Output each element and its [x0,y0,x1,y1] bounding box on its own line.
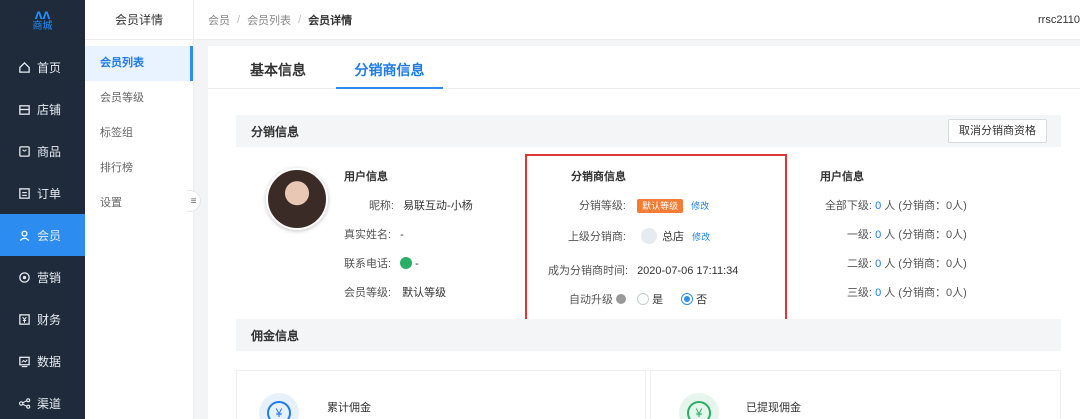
breadcrumb-member-list[interactable]: 会员列表 [247,12,291,28]
phone-label: 联系电话: [344,258,392,270]
breadcrumb-separator: / [298,13,302,26]
home-icon [17,60,31,74]
downline-unit: 人 (分销商：0人) [884,229,967,241]
level-label: 会员等级: [344,287,392,299]
downline-count[interactable]: 0 [875,200,881,212]
downline-row-level1: 一级: 0 人 (分销商：0人) [794,226,967,242]
breadcrumb-separator: / [237,13,241,26]
nav-item-members[interactable]: 会员 [0,214,85,256]
nav-label: 订单 [37,186,62,201]
downline-label: 一级: [846,229,872,241]
store-icon [17,102,31,116]
logo-mark: ᴧᴧ [34,6,51,22]
yen-icon: ¥ [259,393,299,419]
sub-item-member-level[interactable]: 会员等级 [85,81,193,116]
nav-label: 首页 [37,60,62,75]
nav-item-channel[interactable]: 渠道 [0,382,85,419]
main-panel: 基本信息 分销商信息 分销信息 取消分销商资格 用户信息 昵称: 易联互动-小杨… [208,46,1080,419]
nav-label: 商品 [37,144,62,159]
tab-distributor-info[interactable]: 分销商信息 [336,46,443,89]
nav-item-marketing[interactable]: 营销 [0,256,85,298]
channel-icon [17,396,31,410]
downline-label: 二级: [846,258,872,270]
downline-label: 三级: [846,287,872,299]
card-title: 累计佣金 [327,402,371,414]
highlight-box [525,154,787,327]
user-icon [17,228,31,242]
downline-unit: 人 (分销商：0人) [884,258,967,270]
cancel-distributor-button[interactable]: 取消分销商资格 [948,119,1047,143]
sub-item-ranking[interactable]: 排行榜 [85,151,193,186]
downline-unit: 人 (分销商：0人) [884,287,967,299]
nav-item-orders[interactable]: 订单 [0,172,85,214]
collapse-sidebar-icon[interactable]: ≡ [187,190,201,212]
main-sidebar: ᴧᴧ 商城 首页 店铺 商品 订单 会员 营销 财务 数据 渠道 [0,0,85,419]
card-title: 已提现佣金 [746,402,801,414]
realname-value: - [400,229,404,241]
realname-label: 真实姓名: [344,229,392,241]
downline-info-title: 用户信息 [820,171,864,183]
breadcrumb-members[interactable]: 会员 [208,12,230,28]
nav-label: 渠道 [37,396,62,411]
finance-icon [17,312,31,326]
nav-item-goods[interactable]: 商品 [0,130,85,172]
sub-item-tag-group[interactable]: 标签组 [85,116,193,151]
downline-row-all: 全部下级: 0 人 (分销商：0人) [794,197,967,213]
current-user[interactable]: rrsc2110 [1038,0,1080,40]
sub-item-member-list[interactable]: 会员列表 [85,46,193,81]
commission-card-withdrawn: ¥ 已提现佣金 [650,370,1061,419]
downline-label: 全部下级: [824,200,872,212]
breadcrumb-current: 会员详情 [308,14,353,27]
phone-value: - [415,258,419,270]
app-logo[interactable]: ᴧᴧ 商城 [0,0,85,40]
nav-label: 会员 [37,228,62,243]
level-value: 默认等级 [402,287,447,299]
logo-text: 商城 [32,21,53,32]
distribution-section-header: 分销信息 取消分销商资格 [236,115,1061,147]
nav-label: 数据 [37,354,62,369]
nav-item-finance[interactable]: 财务 [0,298,85,340]
nav-item-home[interactable]: 首页 [0,46,85,88]
downline-count[interactable]: 0 [875,287,881,299]
nav-label: 财务 [37,312,62,327]
user-info-title: 用户信息 [344,171,388,183]
section-title: 分销信息 [251,124,300,139]
phone-row: 联系电话: - [344,255,419,271]
nav-item-data[interactable]: 数据 [0,340,85,382]
level-row: 会员等级: 默认等级 [344,284,446,300]
realname-row: 真实姓名: - [344,226,404,242]
section-title: 佣金信息 [251,328,300,343]
downline-count[interactable]: 0 [875,229,881,241]
nickname-row: 昵称: 易联互动-小杨 [344,197,473,213]
wechat-icon [400,257,413,269]
tab-bar: 基本信息 分销商信息 [208,46,1080,89]
nickname-value: 易联互动-小杨 [403,200,473,212]
data-icon [17,354,31,368]
downline-row-level2: 二级: 0 人 (分销商：0人) [794,255,967,271]
downline-row-level3: 三级: 0 人 (分销商：0人) [794,284,967,300]
sub-item-settings[interactable]: 设置 [85,186,193,221]
nav-label: 营销 [37,270,62,285]
avatar [266,168,328,230]
order-icon [17,186,31,200]
yen-withdrawn-icon: ¥ [679,393,719,419]
sub-sidebar-title: 会员详情 [85,0,193,40]
goods-icon [17,144,31,158]
nav-label: 店铺 [37,102,62,117]
commission-card-total: ¥ 累计佣金 [236,370,646,419]
marketing-icon [17,270,31,284]
nickname-label: 昵称: [368,200,394,212]
top-bar: 会员 / 会员列表 / 会员详情 rrsc2110 [194,0,1080,40]
sub-sidebar: 会员详情 会员列表 会员等级 标签组 排行榜 设置 [85,0,194,419]
tab-basic-info[interactable]: 基本信息 [250,46,306,89]
commission-section-header: 佣金信息 [236,319,1061,351]
downline-unit: 人 (分销商：0人) [884,200,967,212]
downline-count[interactable]: 0 [875,258,881,270]
nav-item-store[interactable]: 店铺 [0,88,85,130]
